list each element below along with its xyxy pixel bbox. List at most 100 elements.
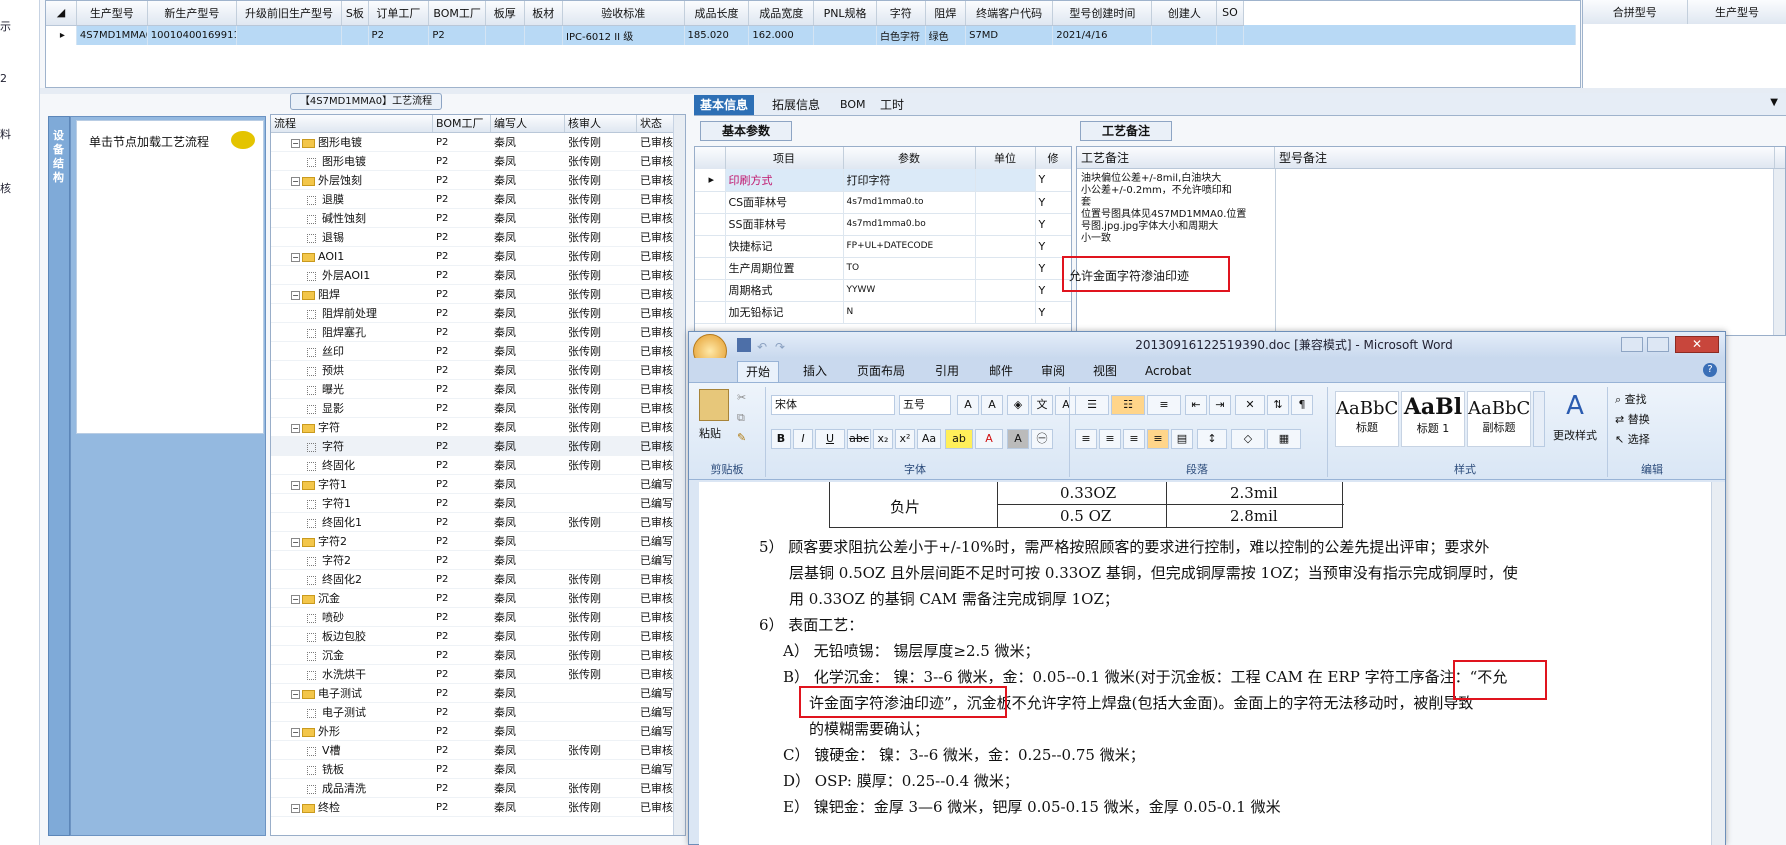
param-row[interactable]: 快捷标记 FP+UL+DATECODE Y [695,235,1071,258]
writer-cell[interactable]: 秦凤 [491,475,565,493]
status-cell[interactable]: 已审核 [637,456,675,474]
status-cell[interactable]: 已审核 [637,266,675,284]
table-cell[interactable]: 绿色 [925,25,967,45]
clear-format-icon[interactable]: ◈ [1007,395,1029,415]
bom-cell[interactable]: P2 [433,399,491,417]
table-cell[interactable] [341,25,369,45]
reviewer-cell[interactable]: 张传刚 [565,589,637,607]
tree-node[interactable]: 水洗烘干 [271,665,433,683]
replace-button[interactable]: ⇄ 替换 [1615,411,1650,427]
italic-icon[interactable]: I [793,429,813,449]
col-header[interactable]: 板材 [524,1,564,26]
table-row[interactable]: ▸ 4S7MD1MMA0 10010400169911 P2 P2 IPC-60… [46,25,1577,45]
writer-cell[interactable]: 秦凤 [491,133,565,151]
reviewer-cell[interactable]: 张传刚 [565,513,637,531]
writer-cell[interactable]: 秦凤 [491,722,565,740]
bom-cell[interactable]: P2 [433,361,491,379]
reviewer-cell[interactable] [565,760,637,778]
bom-cell[interactable]: P2 [433,532,491,550]
tree-row[interactable]: − AOI1 P2 秦凤 张传刚 已审核 [271,247,685,266]
tree-node[interactable]: 退膜 [271,190,433,208]
tree-row[interactable]: 显影 P2 秦凤 张传刚 已审核 [271,399,685,418]
tree-node[interactable]: 丝印 [271,342,433,360]
tab-extended[interactable]: 拓展信息 [766,95,826,115]
table-cell[interactable] [1151,25,1218,45]
tab-layout[interactable]: 页面布局 [849,361,913,382]
status-cell[interactable]: 已审核 [637,285,675,303]
reviewer-cell[interactable]: 张传刚 [565,228,637,246]
table-cell[interactable]: 185.020 [684,25,750,45]
enclose-char-icon[interactable]: ㊀ [1031,429,1053,449]
reviewer-cell[interactable]: 张传刚 [565,456,637,474]
tree-row[interactable]: V槽 P2 秦凤 张传刚 已审核 [271,741,685,760]
subscript-icon[interactable]: x₂ [873,429,893,449]
tree-node[interactable]: 字符2 [271,551,433,569]
tree-node[interactable]: − AOI1 [271,247,433,265]
tree-node[interactable]: − 沉金 [271,589,433,607]
tree-row[interactable]: 终固化2 P2 秦凤 张传刚 已审核 [271,570,685,589]
status-cell[interactable]: 已编写 [637,722,675,740]
col-header[interactable]: 单位 [975,147,1036,169]
tree-node[interactable]: 字符 [271,437,433,455]
tree-row[interactable]: − 外层蚀刻 P2 秦凤 张传刚 已审核 [271,171,685,190]
reviewer-cell[interactable]: 张传刚 [565,608,637,626]
restore-button[interactable] [1647,337,1669,352]
font-name-select[interactable]: 宋体 [771,395,895,415]
reviewer-cell[interactable] [565,551,637,569]
reviewer-cell[interactable]: 张传刚 [565,646,637,664]
status-cell[interactable]: 已审核 [637,570,675,588]
tree-row[interactable]: − 电子测试 P2 秦凤 已编写 [271,684,685,703]
tree-row[interactable]: − 字符2 P2 秦凤 已编写 [271,532,685,551]
writer-cell[interactable]: 秦凤 [491,665,565,683]
tab-references[interactable]: 引用 [927,361,967,382]
bom-cell[interactable]: P2 [433,437,491,455]
col-header[interactable]: 修 [1035,147,1071,169]
cut-icon[interactable]: ✂ [737,391,746,404]
paste-label[interactable]: 粘贴 [699,425,721,441]
tree-row[interactable]: 喷砂 P2 秦凤 张传刚 已审核 [271,608,685,627]
collapse-icon[interactable]: − [291,252,300,262]
status-cell[interactable]: 已编写 [637,532,675,550]
copy-icon[interactable]: ⧉ [737,411,745,425]
status-cell[interactable]: 已审核 [637,304,675,322]
style-subtitle[interactable]: AaBbC 副标题 [1467,391,1531,447]
phonetic-icon[interactable]: 文 [1031,395,1053,415]
col-header[interactable]: 型号创建时间 [1052,1,1153,26]
tree-node[interactable]: V槽 [271,741,433,759]
tree-node[interactable]: 成品清洗 [271,779,433,797]
writer-cell[interactable]: 秦凤 [491,152,565,170]
status-cell[interactable]: 已审核 [637,608,675,626]
param-value[interactable]: N [843,301,976,324]
bom-cell[interactable]: P2 [433,456,491,474]
writer-cell[interactable]: 秦凤 [491,570,565,588]
tree-node[interactable]: 电子测试 [271,703,433,721]
increase-indent-icon[interactable]: ⇥ [1209,395,1231,415]
col-header[interactable]: BOM工厂 [428,1,487,26]
status-cell[interactable]: 已审核 [637,209,675,227]
tree-row[interactable]: 字符2 P2 秦凤 已编写 [271,551,685,570]
tree-row[interactable]: 退膜 P2 秦凤 张传刚 已审核 [271,190,685,209]
writer-cell[interactable]: 秦凤 [491,589,565,607]
writer-cell[interactable]: 秦凤 [491,703,565,721]
tree-row[interactable]: − 外形 P2 秦凤 已编写 [271,722,685,741]
change-styles-label[interactable]: 更改样式 [1545,427,1605,443]
writer-cell[interactable]: 秦凤 [491,380,565,398]
equipment-structure-tab[interactable]: 设备结构 [48,116,70,836]
tree-row[interactable]: − 沉金 P2 秦凤 张传刚 已审核 [271,589,685,608]
tree-row[interactable]: − 终检 P2 秦凤 张传刚 已审核 [271,798,685,817]
align-right-icon[interactable]: ≡ [1123,429,1145,449]
param-value[interactable]: FP+UL+DATECODE [843,235,976,258]
table-cell[interactable]: 2021/4/16 [1052,25,1153,45]
reviewer-cell[interactable] [565,684,637,702]
param-flag[interactable]: Y [1035,213,1071,236]
collapse-icon[interactable]: − [291,537,300,547]
writer-cell[interactable]: 秦凤 [491,418,565,436]
reviewer-cell[interactable] [565,532,637,550]
process-note-text[interactable]: 油块偏位公差+/-8mil,白油块大 小公差+/-0.2mm，不允许喷印和套位置号… [1081,173,1269,245]
bom-cell[interactable]: P2 [433,152,491,170]
status-cell[interactable]: 已审核 [637,380,675,398]
col-header[interactable]: 板厚 [485,1,525,26]
strike-icon[interactable]: abc [847,429,871,449]
bom-cell[interactable]: P2 [433,342,491,360]
col-header[interactable]: BOM工厂 [433,115,491,132]
